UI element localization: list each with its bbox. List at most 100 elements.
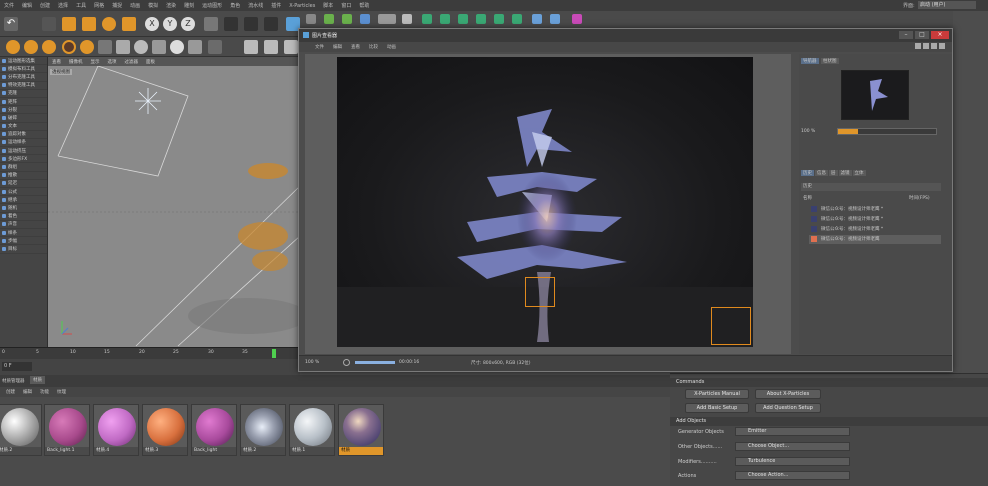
picture-viewer-titlebar[interactable]: 图片查看器 – □ × [299,29,952,42]
subdivision-icon[interactable] [324,14,334,24]
paint-icon[interactable] [116,40,130,54]
close-icon[interactable]: × [931,31,949,39]
menu-item[interactable]: 捕捉 [112,2,122,9]
list-item[interactable]: 运动挤压 [0,147,47,156]
menu-item[interactable]: 创建 [40,2,50,9]
add-basic-setup-button[interactable]: Add Basic Setup [685,403,749,413]
camera-icon[interactable] [402,14,412,24]
gear-icon[interactable] [6,40,20,54]
list-item[interactable]: 公式 [0,188,47,197]
pv-menu-item[interactable]: 动画 [387,44,396,50]
history-row[interactable]: 微信公众号：视频设计师老鹰 [809,235,941,244]
material-menu-item[interactable]: 编辑 [23,389,32,395]
render-view-icon[interactable] [224,17,238,31]
tab-navigator[interactable]: 导航器 [801,58,819,64]
status-zoom[interactable]: 100 % [305,360,319,365]
list-item[interactable]: 矩阵 [0,98,47,107]
material-menu-item[interactable]: 创建 [6,389,15,395]
list-item[interactable]: 分裂 [0,106,47,115]
box-icon[interactable] [152,40,166,54]
gear-icon[interactable] [42,40,56,54]
list-item[interactable]: 模拟布料工具 [0,65,47,74]
floor-icon[interactable] [378,14,396,24]
menu-item[interactable]: 模拟 [148,2,158,9]
layout-select[interactable]: 启动 (用户) [918,1,976,9]
add-objects-section-header[interactable]: Add Objects [670,417,988,426]
play-icon[interactable] [343,359,350,366]
rotate-icon[interactable] [102,17,116,31]
menu-item[interactable]: X-Particles [289,3,315,9]
pv-menu-item[interactable]: 编辑 [333,44,342,50]
viewport-menu-item[interactable]: 摄像机 [69,59,83,65]
minimize-icon[interactable]: – [899,31,913,39]
render-settings-icon[interactable] [264,17,278,31]
gear-icon[interactable] [24,40,38,54]
xp-object-icon[interactable] [550,14,560,24]
list-item[interactable]: 追踪对象 [0,131,47,139]
list-item[interactable]: 声音 [0,221,47,229]
menu-item[interactable]: 文件 [4,2,14,9]
last-tool-icon[interactable] [122,17,136,31]
about-xp-button[interactable]: About X-Particles [755,389,821,399]
menu-item[interactable]: 脚本 [323,2,333,9]
viewport-menu-item[interactable]: 显示 [91,59,100,65]
layout-icon[interactable] [931,43,937,49]
list-item[interactable]: 目标 [0,245,47,254]
list-item[interactable]: 步幅 [0,237,47,246]
list-item[interactable]: 多边形FX [0,155,47,164]
layout-icon[interactable] [915,43,921,49]
menu-item[interactable]: 插件 [271,2,281,9]
trail-icon[interactable] [512,14,522,24]
list-item[interactable]: 特效克隆工具 [0,82,47,90]
list-item[interactable]: 群组 [0,163,47,172]
grid-icon[interactable] [188,40,202,54]
move-icon[interactable] [62,17,76,31]
sphere-icon[interactable] [80,40,94,54]
pv-menu-item[interactable]: 查看 [351,44,360,50]
material-swatch[interactable]: Back_light.1 [44,404,90,456]
list-item[interactable]: 推散 [0,172,47,180]
material-swatch[interactable]: 材质.3 [142,404,188,456]
list-item[interactable]: 继承 [0,196,47,205]
viewport-menu-item[interactable]: 面板 [146,59,155,65]
menu-item[interactable]: 渲染 [166,2,176,9]
list-item[interactable]: 运动样条 [0,139,47,148]
menu-item[interactable]: 窗口 [341,2,351,9]
list-item[interactable]: 分布克隆工具 [0,73,47,82]
viewport-menu-item[interactable]: 过滤器 [125,59,139,65]
material-swatch[interactable]: 材质.2 [240,404,286,456]
material-swatch[interactable]: 材质.2 [0,404,42,456]
list-item[interactable]: 克隆 [0,90,47,98]
list-item[interactable]: 运动图形选集 [0,57,47,66]
menu-item[interactable]: 帮助 [359,2,369,9]
tab-history[interactable]: 历史 [801,170,814,176]
menu-item[interactable]: 动画 [130,2,140,9]
commands-section-header[interactable]: Commands [670,378,988,387]
gradient-icon[interactable] [208,40,222,54]
perspective-viewport[interactable]: 查看 摄像机 显示 选项 过滤器 面板 透视视图 [48,57,300,347]
bevel-icon[interactable] [532,14,542,24]
material-swatch[interactable]: 材质.1 [289,404,335,456]
history-row[interactable]: 微信公众号：视频设计师老鹰 * [809,225,941,234]
menu-item[interactable]: 运动图形 [202,2,222,9]
menu-item[interactable]: 网格 [94,2,104,9]
modifier-icon[interactable] [476,14,486,24]
xp-cache-icon[interactable] [572,14,582,24]
skinner-icon[interactable] [494,14,504,24]
tab-stereo[interactable]: 立体 [852,170,866,176]
list-item[interactable]: 文本 [0,123,47,131]
list-item[interactable]: 随机 [0,204,47,213]
add-question-setup-button[interactable]: Add Question Setup [755,403,821,413]
menu-item[interactable]: 工具 [76,2,86,9]
tab-material-manager[interactable]: 材质管理器 [2,378,25,384]
list-item[interactable]: 延迟 [0,180,47,188]
deformer-icon[interactable] [360,14,370,24]
tab-filters[interactable]: 滤镜 [838,170,852,176]
emitter-icon[interactable] [422,14,432,24]
tab-info[interactable]: 信息 [815,170,828,176]
magnet-icon[interactable] [98,40,112,54]
select-icon[interactable] [42,17,56,31]
generator-icon[interactable] [458,14,468,24]
coordinate-icon[interactable] [204,17,218,31]
array-icon[interactable] [342,14,352,24]
